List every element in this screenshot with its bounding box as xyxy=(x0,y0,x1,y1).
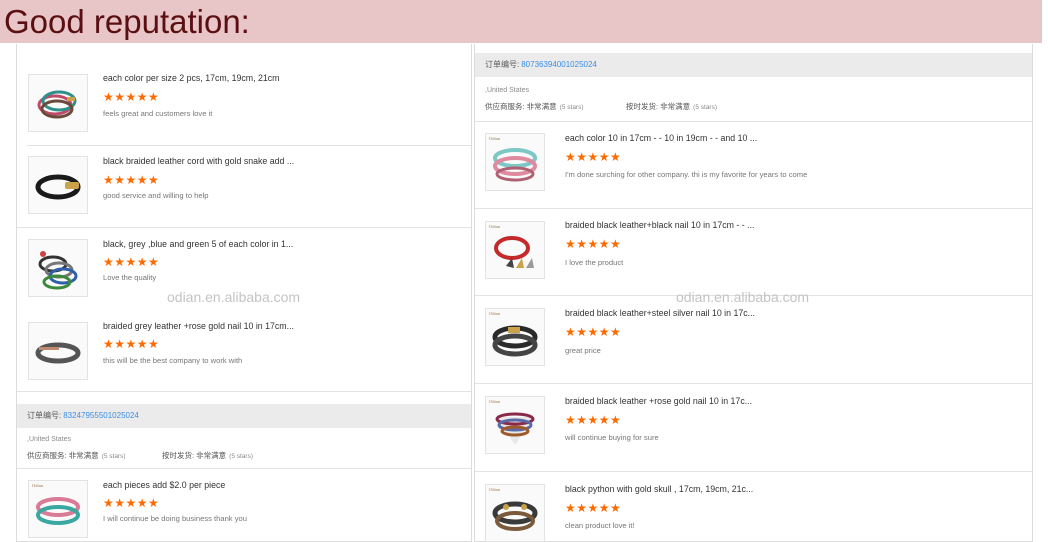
order-number-label: 订单编号: xyxy=(27,411,62,420)
product-thumbnail[interactable]: Odian xyxy=(485,133,545,191)
bracelet-image-icon xyxy=(36,497,80,525)
item-title[interactable]: each color per size 2 pcs, 17cm, 19cm, 2… xyxy=(103,73,280,83)
divider xyxy=(17,391,471,392)
banner: Good reputation: xyxy=(0,0,1042,43)
item-title[interactable]: braided black leather +rose gold nail 10… xyxy=(565,396,752,406)
order-header: 订单编号: 80736394001025024 xyxy=(475,53,1032,77)
item-title[interactable]: braided black leather+black nail 10 in 1… xyxy=(565,220,754,230)
delivery-rating: 按时发货: 非常满意 (5 stars) xyxy=(162,451,254,460)
review-text: this will be the best company to work wi… xyxy=(103,356,243,365)
item-title[interactable]: each pieces add $2.0 per piece xyxy=(103,480,225,490)
bracelet-image-icon xyxy=(493,148,537,182)
rating-stars: ★★★★★ xyxy=(103,173,160,187)
watermark: odian.en.alibaba.com xyxy=(676,289,810,305)
product-thumbnail[interactable]: Odian xyxy=(485,308,545,366)
review-text: good service and willing to help xyxy=(103,191,209,200)
item-title[interactable]: each color 10 in 17cm - - 10 in 19cm - -… xyxy=(565,133,757,143)
left-review-panel: each color per size 2 pcs, 17cm, 19cm, 2… xyxy=(16,44,472,542)
review-text: will continue buying for sure xyxy=(565,433,659,442)
rating-stars: ★★★★★ xyxy=(103,337,160,351)
bracelet-image-icon xyxy=(37,90,77,119)
review-text: I'm done surching for other company. thi… xyxy=(565,170,808,179)
divider xyxy=(27,145,471,146)
item-title[interactable]: braided grey leather +rose gold nail 10 … xyxy=(103,321,294,331)
supplier-service-rating: 供应商服务: 非常满意 (5 stars) xyxy=(27,451,126,460)
rating-stars: ★★★★★ xyxy=(565,325,622,339)
review-text: feels great and customers love it xyxy=(103,109,213,118)
bracelet-image-icon xyxy=(35,174,81,200)
rating-stars: ★★★★★ xyxy=(103,255,160,269)
rating-stars: ★★★★★ xyxy=(565,150,622,164)
right-review-panel: 订单编号: 80736394001025024 ,United States 供应… xyxy=(474,44,1033,542)
order-number-label: 订单编号: xyxy=(485,60,520,69)
review-text: great price xyxy=(565,346,601,355)
product-thumbnail[interactable] xyxy=(28,239,88,297)
bracelet-image-icon xyxy=(495,412,535,445)
rating-stars: ★★★★★ xyxy=(103,496,160,510)
buyer-country: ,United States xyxy=(485,87,529,94)
rating-stars: ★★★★★ xyxy=(565,501,622,515)
product-thumbnail[interactable] xyxy=(28,322,88,380)
banner-title: Good reputation: xyxy=(4,3,250,40)
bracelet-image-icon xyxy=(494,236,534,268)
product-thumbnail[interactable]: Odian xyxy=(485,396,545,454)
review-text: I love the product xyxy=(565,258,624,267)
product-thumbnail[interactable]: Odian xyxy=(485,221,545,279)
product-thumbnail[interactable]: Odian xyxy=(28,480,88,538)
order-number-link[interactable]: 80736394001025024 xyxy=(521,60,597,69)
bracelet-image-icon xyxy=(492,325,538,357)
bracelet-image-icon xyxy=(492,501,538,531)
review-text: I will continue be doing business thank … xyxy=(103,514,247,523)
product-thumbnail[interactable]: Odian xyxy=(485,484,545,542)
divider xyxy=(475,471,1032,472)
item-title[interactable]: black python with gold skull , 17cm, 19c… xyxy=(565,484,753,494)
order-header: 订单编号: 83247955501025024 xyxy=(17,404,471,428)
review-text: Love the quality xyxy=(103,273,157,282)
product-thumbnail[interactable] xyxy=(28,74,88,132)
divider xyxy=(475,208,1032,209)
order-number-link[interactable]: 83247955501025024 xyxy=(63,411,139,420)
product-thumbnail[interactable] xyxy=(28,156,88,214)
review-text: clean product love it! xyxy=(565,521,635,530)
bracelet-image-icon xyxy=(38,251,78,290)
watermark: odian.en.alibaba.com xyxy=(167,289,301,305)
item-title[interactable]: black, grey ,blue and green 5 of each co… xyxy=(103,239,293,249)
divider xyxy=(17,227,471,228)
divider xyxy=(475,121,1032,122)
supplier-service-rating: 供应商服务: 非常满意 (5 stars) xyxy=(485,102,584,111)
rating-stars: ★★★★★ xyxy=(565,413,622,427)
divider xyxy=(17,468,471,469)
rating-stars: ★★★★★ xyxy=(103,90,160,104)
buyer-country: ,United States xyxy=(27,436,71,443)
rating-stars: ★★★★★ xyxy=(565,237,622,251)
item-title[interactable]: braided black leather+steel silver nail … xyxy=(565,308,755,318)
divider xyxy=(475,383,1032,384)
delivery-rating: 按时发货: 非常满意 (5 stars) xyxy=(626,102,718,111)
item-title[interactable]: black braided leather cord with gold sna… xyxy=(103,156,294,166)
bracelet-image-icon xyxy=(35,342,81,364)
